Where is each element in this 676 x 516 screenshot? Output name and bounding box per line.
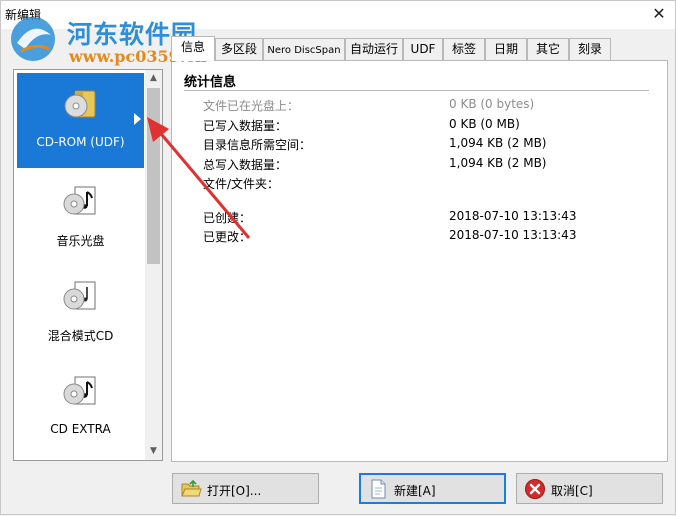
tab-label: Nero DiscSpan bbox=[267, 45, 341, 56]
mixed-mode-cd-icon bbox=[63, 281, 96, 310]
tab-info[interactable]: 信息 bbox=[171, 36, 215, 61]
directory-space-label: 目录信息所需空间： bbox=[203, 138, 312, 152]
media-item-cd-rom-udf[interactable]: CD-ROM (UDF) bbox=[17, 73, 144, 168]
open-button[interactable]: 打开[O]... bbox=[172, 473, 319, 504]
created-value: 2018-07-10 13:13:43 bbox=[449, 209, 577, 223]
media-item-label: CD-ROM (UDF) bbox=[36, 135, 125, 149]
music-cd-icon bbox=[63, 186, 96, 215]
created-label: 已创建： bbox=[203, 211, 252, 225]
media-item-label: 混合模式CD bbox=[47, 329, 114, 343]
files-folders-label: 文件/文件夹： bbox=[203, 177, 280, 191]
media-item-mixed-mode-cd[interactable]: 混合模式CD bbox=[17, 265, 144, 360]
media-type-list[interactable]: CD-ROM (UDF) 音乐光盘 混合模式CD CD EXTRA ▲ ▼ bbox=[13, 69, 163, 461]
files-on-disc-value: 0 KB (0 bytes) bbox=[449, 97, 535, 111]
scroll-thumb[interactable] bbox=[147, 88, 160, 264]
tab-dates[interactable]: 日期 bbox=[485, 38, 527, 60]
files-on-disc-label: 文件已在光盘上： bbox=[203, 99, 300, 113]
tab-udf[interactable]: UDF bbox=[403, 38, 443, 60]
tab-label: UDF bbox=[410, 42, 436, 56]
new-document-icon bbox=[371, 479, 386, 499]
cancel-button-label: 取消[C] bbox=[551, 484, 593, 498]
cancel-icon bbox=[525, 479, 545, 499]
tab-misc[interactable]: 其它 bbox=[527, 38, 569, 60]
tab-burn[interactable]: 刻录 bbox=[569, 38, 611, 60]
open-folder-icon bbox=[181, 479, 202, 497]
expand-arrow-icon bbox=[134, 113, 141, 125]
media-item-label: 音乐光盘 bbox=[56, 234, 105, 248]
new-button[interactable]: 新建[A] bbox=[359, 473, 506, 504]
scroll-down-arrow-icon[interactable]: ▼ bbox=[145, 443, 162, 460]
tab-label-settings[interactable]: 标签 bbox=[443, 38, 485, 60]
written-data-value: 0 KB (0 MB) bbox=[449, 117, 520, 131]
info-tab-panel: 统计信息 文件已在光盘上： 0 KB (0 bytes) 已写入数据量： 0 K… bbox=[171, 60, 668, 462]
close-button[interactable]: ✕ bbox=[647, 3, 671, 25]
cancel-button[interactable]: 取消[C] bbox=[516, 473, 663, 504]
tab-label: 刻录 bbox=[577, 42, 602, 56]
new-compilation-dialog: 新编辑 ✕ 信息 多区段 Nero DiscSpan 自动运行 UDF 标签 日… bbox=[0, 0, 676, 515]
tab-autorun[interactable]: 自动运行 bbox=[345, 38, 403, 60]
total-data-value: 1,094 KB (2 MB) bbox=[449, 156, 547, 170]
statistics-heading: 统计信息 bbox=[184, 75, 237, 90]
total-data-label: 总写入数据量： bbox=[203, 158, 288, 172]
watermark-logo-icon bbox=[11, 17, 55, 61]
tab-nero-discspan[interactable]: Nero DiscSpan bbox=[263, 38, 345, 60]
modified-value: 2018-07-10 13:13:43 bbox=[449, 228, 577, 242]
modified-label: 已更改： bbox=[203, 230, 252, 244]
media-list-scrollbar[interactable]: ▲ ▼ bbox=[145, 70, 162, 460]
open-button-label: 打开[O]... bbox=[207, 484, 262, 498]
cd-rom-folder-icon bbox=[64, 90, 96, 118]
cd-extra-icon bbox=[63, 376, 96, 405]
tab-label: 其它 bbox=[535, 42, 560, 56]
media-item-label: CD EXTRA bbox=[50, 422, 111, 436]
heading-divider bbox=[184, 90, 649, 91]
new-button-label: 新建[A] bbox=[394, 484, 436, 498]
tab-label: 信息 bbox=[180, 40, 205, 54]
tab-label: 日期 bbox=[493, 42, 518, 56]
written-data-label: 已写入数据量： bbox=[203, 119, 288, 133]
tab-label: 标签 bbox=[451, 42, 476, 56]
media-item-cd-extra[interactable]: CD EXTRA bbox=[17, 360, 144, 455]
media-item-music-cd[interactable]: 音乐光盘 bbox=[17, 170, 144, 265]
tab-label: 自动运行 bbox=[349, 42, 398, 56]
directory-space-value: 1,094 KB (2 MB) bbox=[449, 136, 547, 150]
